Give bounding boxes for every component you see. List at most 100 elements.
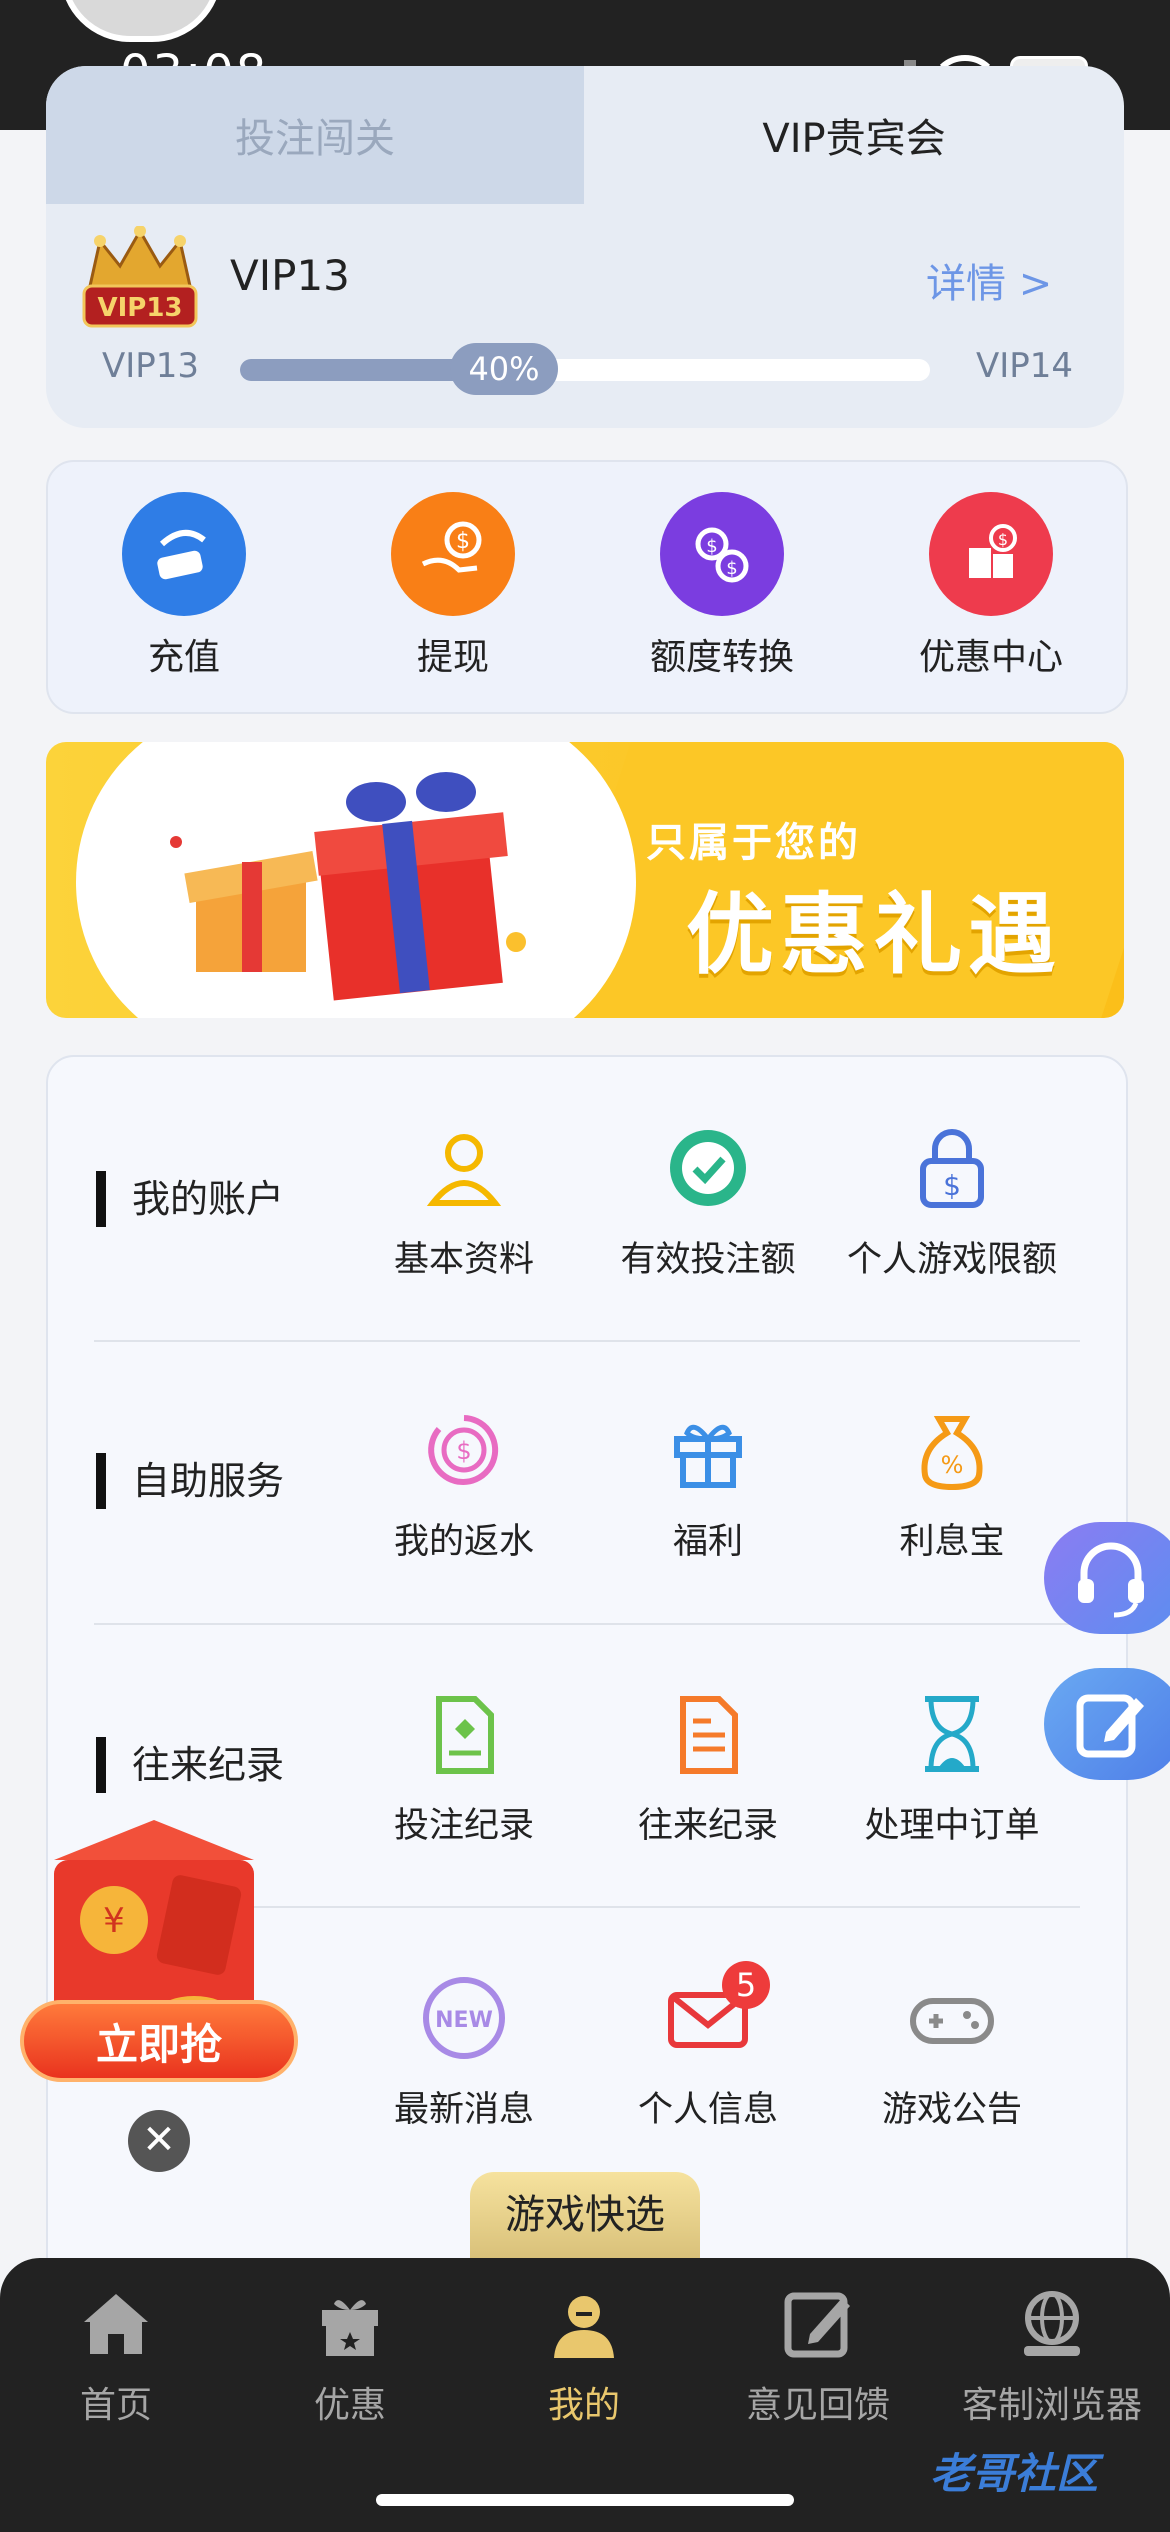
menu-item-label: 有效投注额 <box>620 1240 796 1280</box>
menu-item-label: 往来纪录 <box>637 1806 778 1846</box>
menu-item-transactions[interactable]: 往来纪录 <box>588 1689 828 1848</box>
menu-item-valid-bets[interactable]: 有效投注额 <box>588 1123 828 1282</box>
tab-custom-browser[interactable]: 客制浏览器 <box>937 2286 1167 2428</box>
tab-promotions[interactable]: 优惠 <box>235 2286 465 2428</box>
headset-icon <box>1078 1542 1144 1618</box>
tab-label: 意见回馈 <box>745 2385 890 2426</box>
home-icon <box>84 2294 148 2354</box>
svg-text:%: % <box>941 1451 964 1479</box>
menu-item-profile[interactable]: 基本资料 <box>344 1123 584 1282</box>
menu-item-label: 福利 <box>672 1522 743 1562</box>
hourglass-icon <box>925 1696 979 1772</box>
tab-label: 优惠 <box>313 2385 386 2426</box>
profile-icon <box>554 2296 614 2358</box>
chip-check-icon <box>670 1130 746 1206</box>
bet-record-icon <box>436 1696 494 1774</box>
customer-support-button[interactable] <box>1044 1522 1170 1634</box>
vip-level: VIP13 <box>230 251 350 300</box>
menu-item-label: 个人信息 <box>637 2090 778 2130</box>
money-bag-icon: % <box>921 1416 983 1491</box>
tab-mine[interactable]: 我的 <box>469 2286 699 2428</box>
tab-bet-challenge[interactable]: 投注闯关 <box>46 66 584 204</box>
tab-feedback[interactable]: 意见回馈 <box>703 2286 933 2428</box>
promo-banner[interactable]: 只属于您的 优惠礼遇 <box>46 742 1124 1018</box>
lock-dollar-icon: $ <box>920 1129 984 1208</box>
tab-home[interactable]: 首页 <box>1 2286 231 2428</box>
gamepad-icon <box>910 1998 994 2044</box>
home-indicator[interactable] <box>376 2494 794 2506</box>
menu-item-game-notice[interactable]: 游戏公告 <box>832 1973 1072 2132</box>
vip-crown-icon: VIP13 <box>82 226 198 328</box>
vip-progress-label: 40% <box>450 343 558 395</box>
menu-item-messages[interactable]: 个人信息 <box>588 1973 828 2132</box>
unread-count-badge: 5 <box>722 1961 770 2009</box>
rebate-icon: $ <box>428 1415 499 1485</box>
menu-item-bet-records[interactable]: 投注纪录 <box>344 1689 584 1848</box>
svg-text:$: $ <box>456 529 470 554</box>
section-title-self-service: 自助服务 <box>96 1453 284 1509</box>
gift-star-icon <box>322 2300 378 2356</box>
gift-box-illustration <box>170 772 526 1001</box>
menu-item-rebate[interactable]: $ 我的返水 <box>344 1405 584 1564</box>
svg-text:$: $ <box>943 1169 961 1202</box>
close-icon[interactable]: ✕ <box>128 2110 190 2172</box>
watermark-logo: 老哥社区 <box>930 2449 1099 2498</box>
banner-title: 优惠礼遇 <box>686 883 1063 986</box>
vip-detail-link[interactable]: 详情 > <box>926 251 1052 309</box>
svg-text:NEW: NEW <box>435 2008 493 2033</box>
quick-actions: 充值 $ 提现 $ $ 额度转换 $ 优惠中心 <box>46 460 1128 714</box>
menu-item-interest[interactable]: % 利息宝 <box>832 1405 1072 1564</box>
transaction-record-icon <box>680 1696 738 1774</box>
deposit-icon <box>122 492 246 616</box>
menu-item-label: 基本资料 <box>393 1240 534 1280</box>
menu-item-pending-orders[interactable]: 处理中订单 <box>832 1689 1072 1848</box>
vip-next-level: VIP14 <box>976 346 1074 386</box>
svg-text:$: $ <box>706 536 717 557</box>
menu-item-label: 最新消息 <box>393 2090 534 2130</box>
section-title-account: 我的账户 <box>96 1171 284 1227</box>
withdraw-label: 提现 <box>416 637 489 678</box>
menu-panel: 我的账户 基本资料 有效投注额 $ 个人游戏限额 自助服务 $ 我的返水 福利 … <box>46 1055 1128 2289</box>
menu-item-welfare[interactable]: 福利 <box>588 1405 828 1564</box>
svg-text:$: $ <box>726 558 737 579</box>
section-title-records: 往来纪录 <box>96 1737 284 1793</box>
feedback-float-button[interactable] <box>1044 1668 1170 1780</box>
grab-now-button[interactable]: 立即抢 <box>20 2000 298 2082</box>
tab-label: 首页 <box>79 2385 152 2426</box>
transfer-label: 额度转换 <box>649 637 794 678</box>
tab-vip-club[interactable]: VIP贵宾会 <box>584 66 1124 204</box>
menu-item-label: 个人游戏限额 <box>846 1240 1057 1280</box>
menu-item-label: 游戏公告 <box>881 2090 1022 2130</box>
vip-progress-bar: 40% <box>240 343 930 395</box>
vip-current-level: VIP13 <box>102 346 200 386</box>
promo-center-button[interactable]: $ 优惠中心 <box>891 492 1091 680</box>
tab-label: 客制浏览器 <box>961 2385 1142 2426</box>
vip-card: 投注闯关 VIP贵宾会 VIP13 VIP13 详情 > VIP13 40% V… <box>46 66 1124 428</box>
withdraw-button[interactable]: $ 提现 <box>353 492 553 680</box>
banner-subtitle: 只属于您的 <box>646 820 861 866</box>
menu-item-label: 处理中订单 <box>864 1806 1040 1846</box>
svg-text:$: $ <box>998 530 1008 549</box>
menu-item-label: 投注纪录 <box>393 1806 534 1846</box>
menu-item-game-limit[interactable]: $ 个人游戏限额 <box>832 1123 1072 1282</box>
deposit-button[interactable]: 充值 <box>84 492 284 680</box>
menu-item-news[interactable]: NEW 最新消息 <box>344 1973 584 2132</box>
menu-item-label: 利息宝 <box>899 1522 1005 1562</box>
section-divider <box>94 1340 1080 1342</box>
transfer-button[interactable]: $ $ 额度转换 <box>622 492 822 680</box>
vip-badge-text: VIP13 <box>97 293 182 323</box>
edit-icon <box>1076 1694 1144 1758</box>
menu-item-label: 我的返水 <box>393 1522 534 1562</box>
user-profile-icon <box>426 1134 502 1206</box>
game-quick-pick-button[interactable]: 游戏快选 <box>470 2172 700 2258</box>
promo-center-label: 优惠中心 <box>918 637 1063 678</box>
deposit-label: 充值 <box>147 637 220 678</box>
promo-center-icon: $ <box>929 492 1053 616</box>
gift-icon <box>674 1424 742 1488</box>
svg-text:$: $ <box>456 1437 471 1465</box>
withdraw-icon: $ <box>391 492 515 616</box>
globe-icon <box>1024 2291 1080 2356</box>
feedback-icon <box>784 2292 850 2358</box>
transfer-icon: $ $ <box>660 492 784 616</box>
svg-text:¥: ¥ <box>103 1901 125 1941</box>
